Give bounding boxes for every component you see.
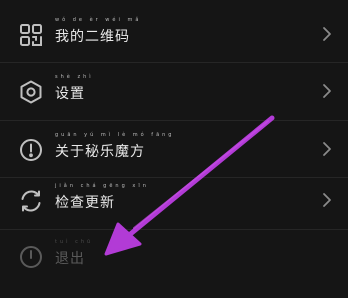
chevron-right-icon xyxy=(320,191,334,209)
info-exclamation-icon xyxy=(18,137,44,163)
menu-item-pinyin: guān yú mì lè mó fāng xyxy=(55,132,175,138)
profile-menu: wǒ de èr wéi mǎ 我的二维码 shè zhì 设置 guān yú… xyxy=(0,0,348,298)
menu-item-about[interactable]: guān yú mì lè mó fāng 关于秘乐魔方 xyxy=(0,121,348,177)
menu-item-label: 检查更新 xyxy=(55,195,115,211)
menu-item-pinyin: jiǎn chá gēng xīn xyxy=(55,183,149,189)
settings-hexagon-icon xyxy=(18,79,44,105)
menu-item-pinyin: shè zhì xyxy=(55,74,94,80)
menu-item-logout[interactable]: tuì chū 退出 xyxy=(0,229,348,285)
refresh-icon xyxy=(18,188,44,214)
menu-item-pinyin: tuì chū xyxy=(55,239,94,245)
menu-item-label: 设置 xyxy=(55,86,85,102)
menu-item-label: 我的二维码 xyxy=(55,29,130,45)
menu-item-settings[interactable]: shè zhì 设置 xyxy=(0,63,348,119)
menu-item-pinyin: wǒ de èr wéi mǎ xyxy=(55,17,142,23)
menu-item-check-update[interactable]: jiǎn chá gēng xīn 检查更新 xyxy=(0,172,348,228)
menu-item-label: 退出 xyxy=(55,251,85,267)
qr-code-icon xyxy=(18,22,44,48)
menu-item-label: 关于秘乐魔方 xyxy=(55,144,145,160)
chevron-right-icon xyxy=(320,82,334,100)
chevron-right-icon xyxy=(320,25,334,43)
chevron-right-icon xyxy=(320,140,334,158)
menu-item-my-qr-code[interactable]: wǒ de èr wéi mǎ 我的二维码 xyxy=(0,6,348,62)
power-icon xyxy=(18,244,44,270)
